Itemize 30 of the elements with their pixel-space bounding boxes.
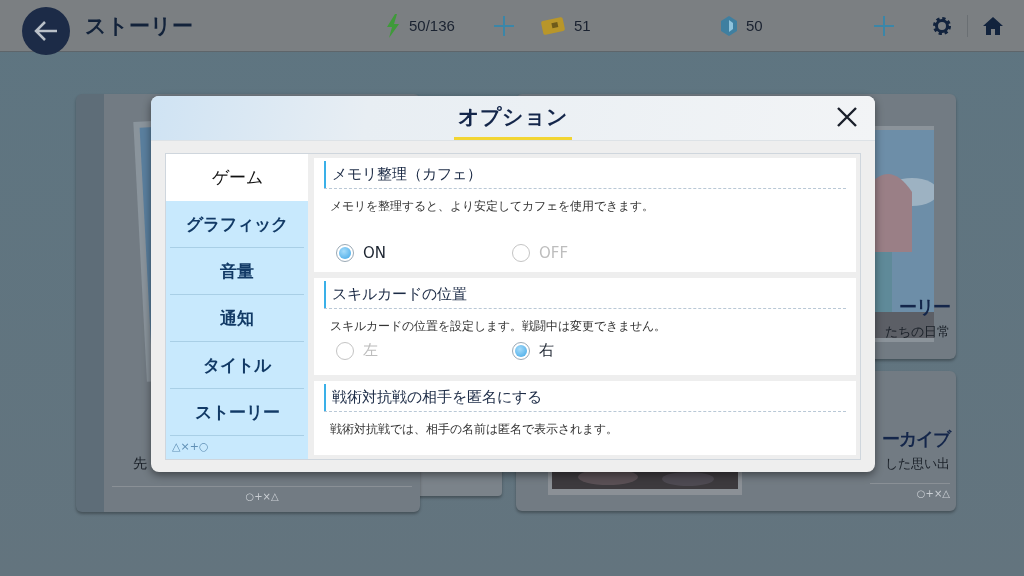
resource-count: 51 — [574, 17, 591, 34]
card-title: ーカイブ — [882, 427, 950, 451]
close-icon — [836, 106, 858, 128]
card-subtitle: した思い出 — [885, 455, 950, 473]
section-description: スキルカードの位置を設定します。戦闘中は変更できません。 — [324, 308, 846, 335]
corner-marks: △×+○ — [172, 440, 209, 453]
section-description: メモリを整理すると、より安定してカフェを使用できます。 — [324, 188, 846, 215]
card-title: ーリー — [899, 295, 950, 319]
section-description: 戦術対抗戦では、相手の名前は匿名で表示されます。 — [324, 411, 846, 438]
radio-option[interactable]: 右 — [512, 341, 688, 360]
back-button[interactable] — [22, 6, 70, 55]
card-marks: ○+×△ — [112, 486, 412, 502]
options-tab[interactable]: ゲーム — [166, 154, 308, 201]
radio-option[interactable]: ON — [336, 244, 512, 262]
settings-icon[interactable] — [931, 14, 953, 37]
lightning-icon — [385, 13, 401, 38]
home-icon[interactable] — [982, 15, 1004, 36]
section-title: メモリ整理（カフェ） — [324, 161, 846, 188]
page-title: ストーリー — [85, 12, 194, 40]
card-subtitle: たちの日常 — [885, 323, 950, 341]
dialog-title: オプション — [454, 103, 572, 140]
card-icon — [540, 15, 566, 36]
back-arrow-icon — [33, 19, 59, 42]
resource-count: 50/136 — [409, 17, 455, 34]
resource-count: 50 — [746, 17, 763, 34]
card-marks: ○+×△ — [870, 483, 950, 499]
card-subtitle: 先 — [133, 455, 147, 473]
section-title: 戦術対抗戦の相手を匿名にする — [324, 384, 846, 411]
section-title: スキルカードの位置 — [324, 281, 846, 308]
crystal-icon — [720, 14, 738, 37]
